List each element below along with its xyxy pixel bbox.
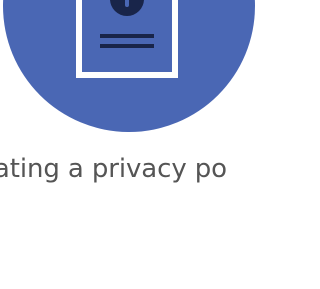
card-caption: eating a privacy po <box>0 154 227 184</box>
privacy-policy-illustration <box>0 0 261 140</box>
document-line <box>100 34 154 38</box>
lock-icon <box>110 0 144 16</box>
document-line <box>100 44 154 48</box>
document-icon <box>76 0 178 78</box>
keyhole-icon <box>125 0 129 7</box>
